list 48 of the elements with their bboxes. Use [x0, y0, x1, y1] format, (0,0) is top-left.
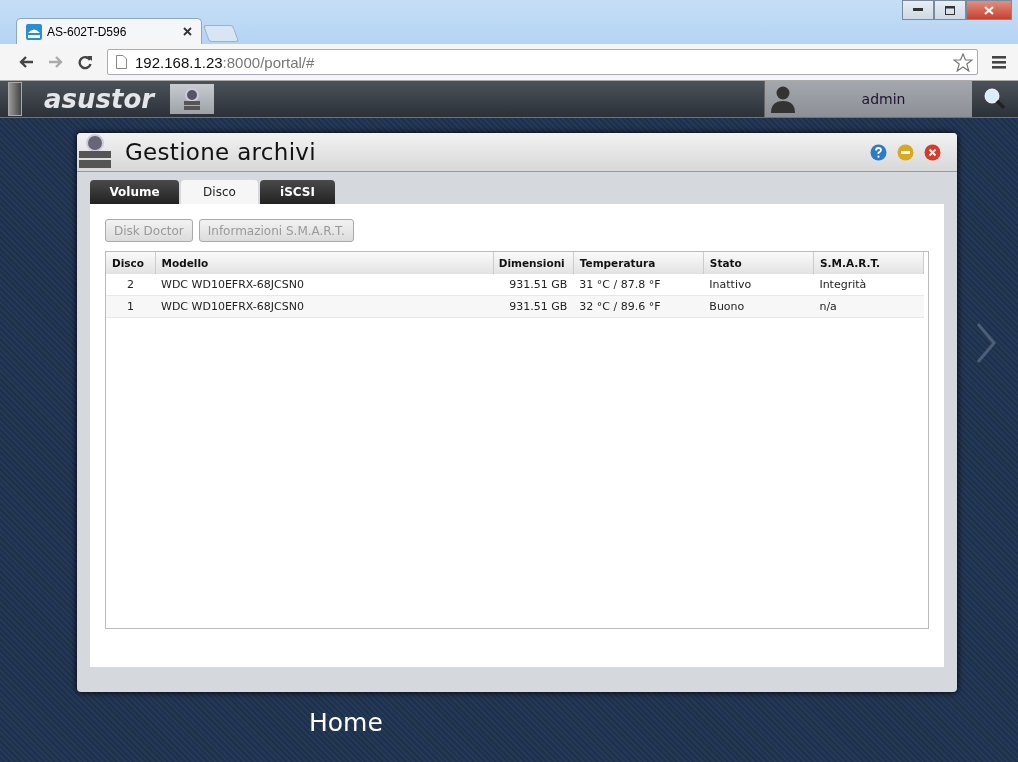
user-icon [771, 85, 795, 113]
table-cell: Buono [703, 295, 814, 318]
column-header[interactable]: Dimensioni [493, 252, 574, 274]
column-header[interactable]: S.M.A.R.T. [813, 252, 924, 274]
logo: asustor [44, 84, 155, 114]
column-header[interactable]: Disco [106, 252, 155, 274]
desktop-label: Home [309, 708, 383, 737]
maximize-icon [945, 5, 955, 15]
table-cell: 2 [106, 274, 155, 296]
browser-tab[interactable]: AS-602T-D596 [16, 18, 202, 44]
table-cell: WDC WD10EFRX-68JCSN0 [155, 295, 494, 318]
table-cell: n/a [813, 295, 924, 318]
tab[interactable]: Disco [181, 180, 258, 204]
user-menu[interactable]: admin [764, 81, 972, 117]
storage-app-button[interactable] [170, 84, 215, 114]
column-header[interactable]: Modello [155, 252, 494, 274]
column-header[interactable]: Temperatura [573, 252, 704, 274]
table-cell: 931.51 GB [493, 274, 574, 296]
url-text: 192.168.1.23:8000/portal/# [135, 53, 316, 71]
side-handle[interactable] [8, 82, 22, 116]
app-icon [26, 23, 42, 40]
table-cell: WDC WD10EFRX-68JCSN0 [155, 274, 494, 296]
minimize-button[interactable] [902, 0, 934, 20]
reload-icon[interactable] [78, 54, 93, 70]
close-icon [984, 5, 994, 15]
storage-icon [77, 134, 113, 170]
close-icon[interactable] [183, 27, 192, 36]
table-cell: Integrità [813, 274, 924, 296]
tab-title: AS-602T-D596 [47, 24, 128, 39]
table-cell: 1 [106, 295, 155, 318]
table-cell: 31 °C / 87.8 °F [573, 274, 704, 296]
close-button[interactable] [966, 0, 1012, 20]
minimize-icon [913, 8, 923, 12]
column-header[interactable]: Stato [703, 252, 814, 274]
help-icon[interactable] [870, 143, 887, 161]
window-title: Gestione archivi [125, 139, 316, 165]
tab[interactable]: iSCSI [260, 180, 335, 204]
star-icon[interactable] [953, 52, 973, 72]
page-icon [116, 55, 127, 69]
menu-icon[interactable] [992, 55, 1006, 69]
address-bar[interactable]: 192.168.1.23:8000/portal/# [107, 49, 978, 75]
table-cell: 32 °C / 89.6 °F [573, 295, 704, 318]
tab[interactable]: Volume [90, 180, 179, 204]
search-icon [984, 88, 1006, 110]
table-cell: Inattivo [703, 274, 814, 296]
table-cell: 931.51 GB [493, 295, 574, 318]
maximize-button[interactable] [934, 0, 966, 20]
back-icon[interactable] [18, 55, 34, 69]
